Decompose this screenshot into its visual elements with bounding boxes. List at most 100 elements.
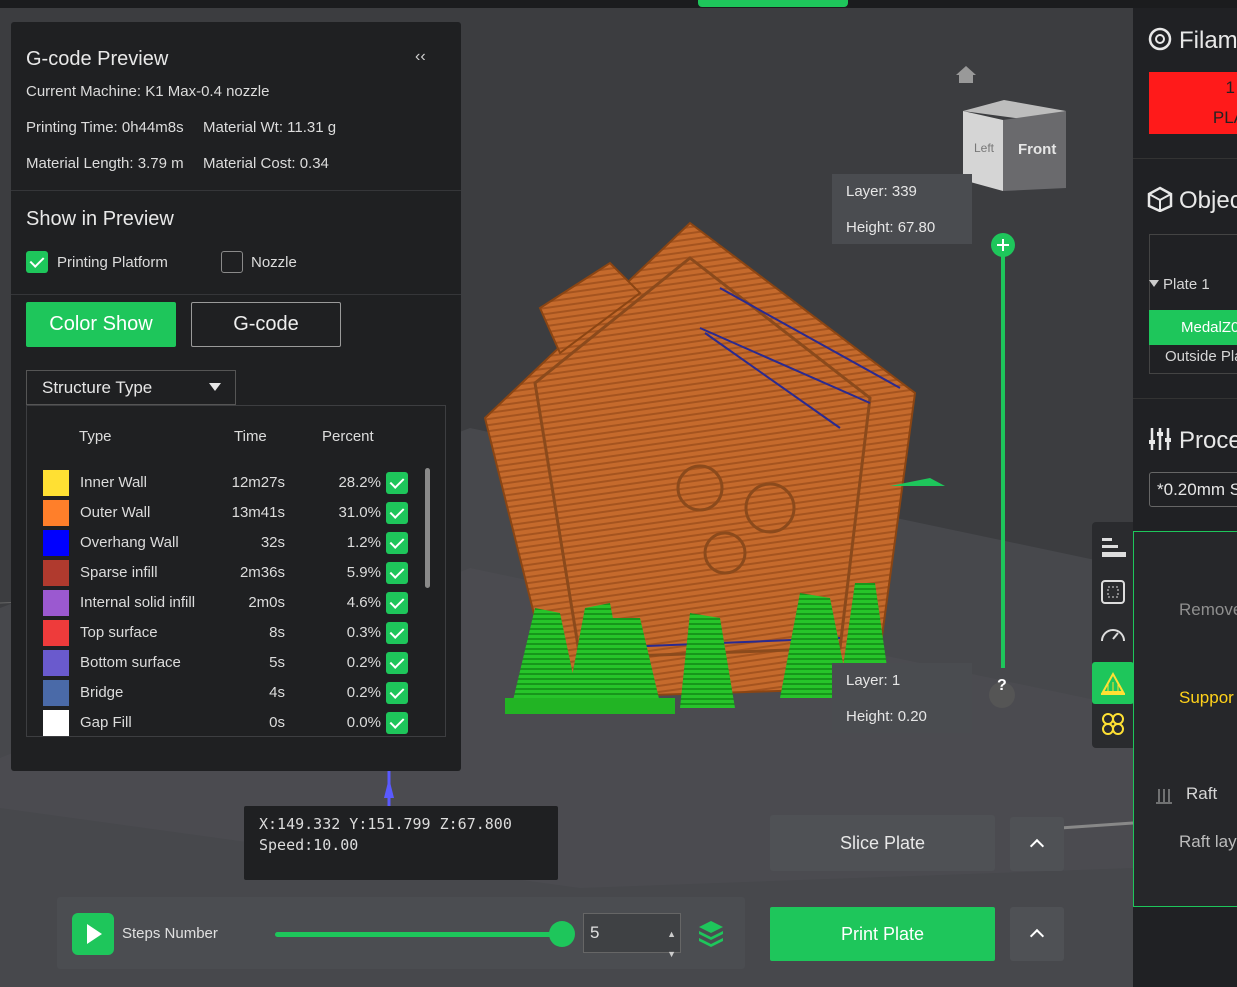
row-percent: 0.3% (346, 624, 381, 641)
caret-down-icon (1149, 280, 1159, 287)
process-title: Proce (1179, 427, 1237, 454)
layer-bottom-number: Layer: 1 (846, 672, 901, 689)
row-time: 12m27s (231, 474, 285, 491)
speed-gauge-icon[interactable] (1098, 621, 1128, 651)
right-sidebar: Filam 1 PLA Objec Plate 1 MedalZ0 Outsid… (1133, 8, 1237, 987)
raft-label: Raft (1186, 784, 1218, 803)
row-percent: 0.2% (346, 654, 381, 671)
table-row: Gap Fill 0s 0.0% (27, 708, 427, 736)
color-swatch (43, 530, 69, 556)
divider (11, 294, 461, 295)
nozzle-checkbox[interactable] (221, 251, 243, 273)
color-swatch (43, 470, 69, 496)
color-swatch (43, 500, 69, 526)
row-time: 32s (260, 534, 285, 551)
gcode-button[interactable]: G-code (191, 302, 341, 347)
view-cube-left-label[interactable]: Left (974, 141, 994, 155)
row-type: Inner Wall (80, 474, 147, 491)
material-cost: Material Cost: 0.34 (203, 155, 329, 172)
panel-title: G-code Preview (26, 48, 169, 70)
divider (1133, 398, 1237, 399)
filament-type: PLA (1212, 108, 1237, 127)
row-visibility-checkbox[interactable] (386, 712, 408, 734)
chevron-up-icon[interactable] (1010, 817, 1064, 871)
row-percent: 28.2% (338, 474, 381, 491)
structure-table[interactable]: Type Time Percent Inner Wall 12m27s 28.2% O… (26, 405, 446, 737)
material-length: Material Length: 3.79 m (26, 155, 184, 172)
row-visibility-checkbox[interactable] (386, 472, 408, 494)
row-type: Top surface (80, 624, 158, 641)
support-paint-icon[interactable] (1092, 662, 1134, 704)
help-label[interactable]: ? (997, 677, 1007, 695)
filament-slot-1[interactable]: 1 PLA (1149, 72, 1237, 134)
row-visibility-checkbox[interactable] (386, 562, 408, 584)
row-percent: 4.6% (346, 594, 381, 611)
row-type: Overhang Wall (80, 534, 179, 551)
gcode-preview-panel: G-code Preview ‹‹ Current Machine: K1 Ma… (11, 22, 461, 771)
plate-label: Plate 1 (1163, 276, 1210, 293)
row-type: Gap Fill (80, 714, 132, 731)
row-visibility-checkbox[interactable] (386, 682, 408, 704)
printing-platform-label: Printing Platform (57, 254, 168, 271)
home-icon (956, 66, 976, 83)
layer-tooltip-top: Layer: 339 Height: 67.80 (832, 174, 972, 244)
color-swatch (43, 650, 69, 676)
slice-plate-button[interactable]: Slice Plate (770, 815, 995, 871)
plate-item[interactable]: Plate 1 (1149, 276, 1210, 293)
outside-plate-item[interactable]: Outside Pla (1165, 348, 1237, 365)
row-percent: 0.0% (346, 714, 381, 731)
table-scrollbar[interactable] (425, 468, 430, 588)
process-preset-select[interactable]: *0.20mm S (1149, 472, 1237, 507)
chevron-double-left-icon[interactable]: ‹‹ (415, 48, 426, 66)
active-tab-indicator[interactable] (698, 0, 848, 7)
play-icon[interactable] (72, 913, 114, 955)
row-visibility-checkbox[interactable] (386, 502, 408, 524)
bounding-box-icon[interactable] (1098, 577, 1128, 607)
layer-top-height: Height: 67.80 (846, 219, 936, 236)
row-percent: 31.0% (338, 504, 381, 521)
row-visibility-checkbox[interactable] (386, 652, 408, 674)
printing-time: Printing Time: 0h44m8s (26, 119, 184, 136)
raft-icon (1156, 789, 1172, 804)
print-plate-button[interactable]: Print Plate (770, 907, 995, 961)
clover-icon[interactable] (1098, 709, 1128, 739)
steps-number-label: Steps Number (122, 925, 218, 942)
filament-header: Filam (1147, 26, 1237, 55)
layers-icon[interactable] (697, 919, 725, 947)
row-type: Bottom surface (80, 654, 181, 671)
row-time: 0s (269, 714, 285, 731)
steps-slider-track[interactable] (275, 932, 562, 937)
table-row: Bridge 4s 0.2% (27, 678, 427, 708)
raft-layers-label: Raft lay (1179, 832, 1237, 851)
row-visibility-checkbox[interactable] (386, 622, 408, 644)
row-time: 2m0s (248, 594, 285, 611)
layer-list-icon[interactable] (1098, 532, 1128, 562)
spin-down-icon[interactable]: ▼ (667, 935, 676, 973)
row-time: 2m36s (239, 564, 285, 581)
row-type: Outer Wall (80, 504, 151, 521)
top-bar (0, 0, 1237, 8)
steps-bar: Steps Number 5 ▲ ▼ (57, 897, 745, 969)
steps-slider-handle[interactable] (549, 921, 575, 947)
color-swatch (43, 620, 69, 646)
objects-title: Objec (1179, 187, 1237, 214)
layer-tooltip-bottom: Layer: 1 Height: 0.20 (832, 663, 972, 733)
steps-number-input[interactable]: 5 ▲ ▼ (583, 913, 681, 959)
row-type: Internal solid infill (80, 594, 196, 611)
structure-type-select[interactable]: Structure Type (26, 370, 236, 405)
color-swatch (43, 590, 69, 616)
table-row: Internal solid infill 2m0s 4.6% (27, 588, 427, 618)
chevron-up-icon[interactable] (1010, 907, 1064, 961)
object-item-selected[interactable]: MedalZ0 (1149, 310, 1237, 345)
color-swatch (43, 560, 69, 586)
color-show-button[interactable]: Color Show (26, 302, 176, 347)
divider (1133, 158, 1237, 159)
printing-platform-checkbox[interactable] (26, 251, 48, 273)
row-visibility-checkbox[interactable] (386, 532, 408, 554)
row-visibility-checkbox[interactable] (386, 592, 408, 614)
table-row: Sparse infill 2m36s 5.9% (27, 558, 427, 588)
remove-label[interactable]: Remove (1179, 600, 1237, 620)
support-label[interactable]: Suppor (1179, 688, 1234, 708)
table-row: Inner Wall 12m27s 28.2% (27, 468, 427, 498)
view-cube-front-label[interactable]: Front (1018, 141, 1056, 158)
